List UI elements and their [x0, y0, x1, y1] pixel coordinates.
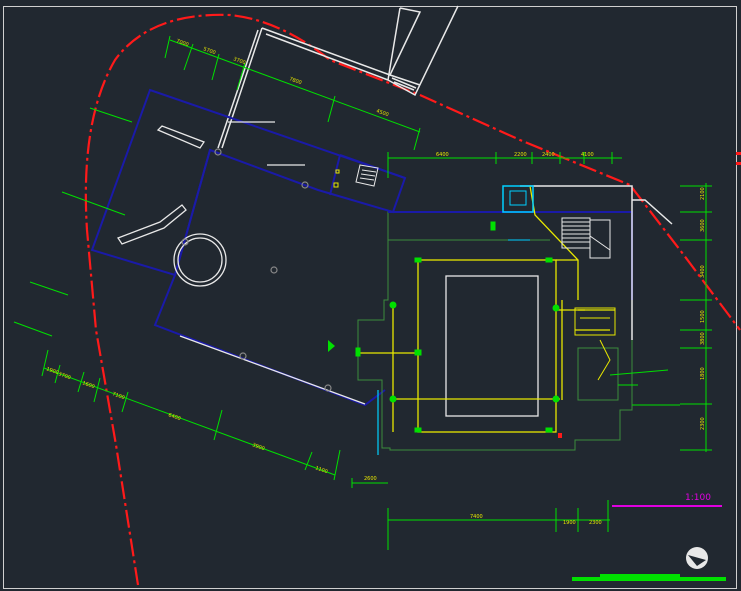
dim-label: 2300	[589, 520, 602, 526]
dim-label: 1500	[700, 310, 706, 323]
dim-label: 2200	[514, 152, 527, 158]
main-building-outline	[357, 211, 633, 451]
dim-label: 1900	[563, 520, 576, 526]
pool-pipe-loop	[417, 259, 557, 433]
equipment-box	[502, 185, 534, 213]
dim-label: 3900	[251, 442, 265, 452]
dim-label: 7100	[111, 391, 125, 401]
dim-label: 3800	[700, 332, 706, 345]
compass-icon	[686, 547, 708, 569]
dim-label: 3600	[700, 219, 706, 232]
dim-label: 3700	[57, 371, 71, 381]
green-leaders-right	[609, 369, 680, 406]
cad-floor-plan: 7000 5700 3700 7800 4500 6400 2200 2400 …	[3, 5, 741, 589]
dim-label: 2400	[542, 152, 555, 158]
marker-yellow	[335, 169, 340, 174]
dimension-labels-bottom: 2600 7400 1900 2300	[364, 476, 602, 526]
dimension-labels-upper-left: 7000 5700 3700 7800 4500	[175, 38, 389, 118]
dim-label: 3400	[700, 265, 706, 278]
dim-label: 1100	[314, 465, 328, 475]
column-markers	[181, 148, 332, 392]
marker-yellow	[333, 182, 339, 188]
dim-label: 7000	[175, 38, 189, 48]
drawing-frame	[3, 6, 737, 589]
dim-label: 1800	[700, 367, 706, 380]
main-building-white-wall	[520, 185, 673, 340]
dim-label: 6400	[436, 152, 449, 158]
scale-label: 1:100	[685, 493, 711, 503]
dim-label: 3700	[232, 56, 246, 66]
dimension-chain-right	[680, 183, 712, 452]
equipment-inner	[509, 190, 527, 206]
dimension-chain-lower-left	[41, 349, 341, 481]
north-arrow-green	[328, 340, 335, 352]
equipment-room-lines	[574, 307, 616, 381]
site-boundary-line	[84, 13, 741, 586]
pipe-network	[360, 185, 615, 432]
feature-walls	[117, 121, 366, 405]
dim-label: 6400	[167, 412, 181, 422]
dim-label: 2600	[364, 476, 377, 482]
green-leaders-left	[13, 107, 133, 337]
red-marker	[558, 433, 562, 438]
dimension-labels-right: 2100 3600 3400 1500 3800 1800 2300	[700, 187, 706, 430]
dim-label: 2300	[700, 417, 706, 430]
pool-inner	[445, 275, 539, 417]
pipe-valves	[355, 221, 560, 433]
dim-label: 2100	[700, 187, 706, 200]
dim-label: 1600	[81, 380, 95, 390]
dim-label: 7400	[470, 514, 483, 520]
main-stair	[561, 217, 611, 259]
dimension-chain-upper-left	[164, 35, 421, 151]
dim-label: 4100	[581, 152, 594, 158]
main-building-wall	[388, 211, 633, 300]
title-strip	[600, 574, 680, 577]
title-strip	[572, 577, 726, 581]
dimension-labels-top: 6400 2200 2400 4100	[436, 152, 594, 158]
